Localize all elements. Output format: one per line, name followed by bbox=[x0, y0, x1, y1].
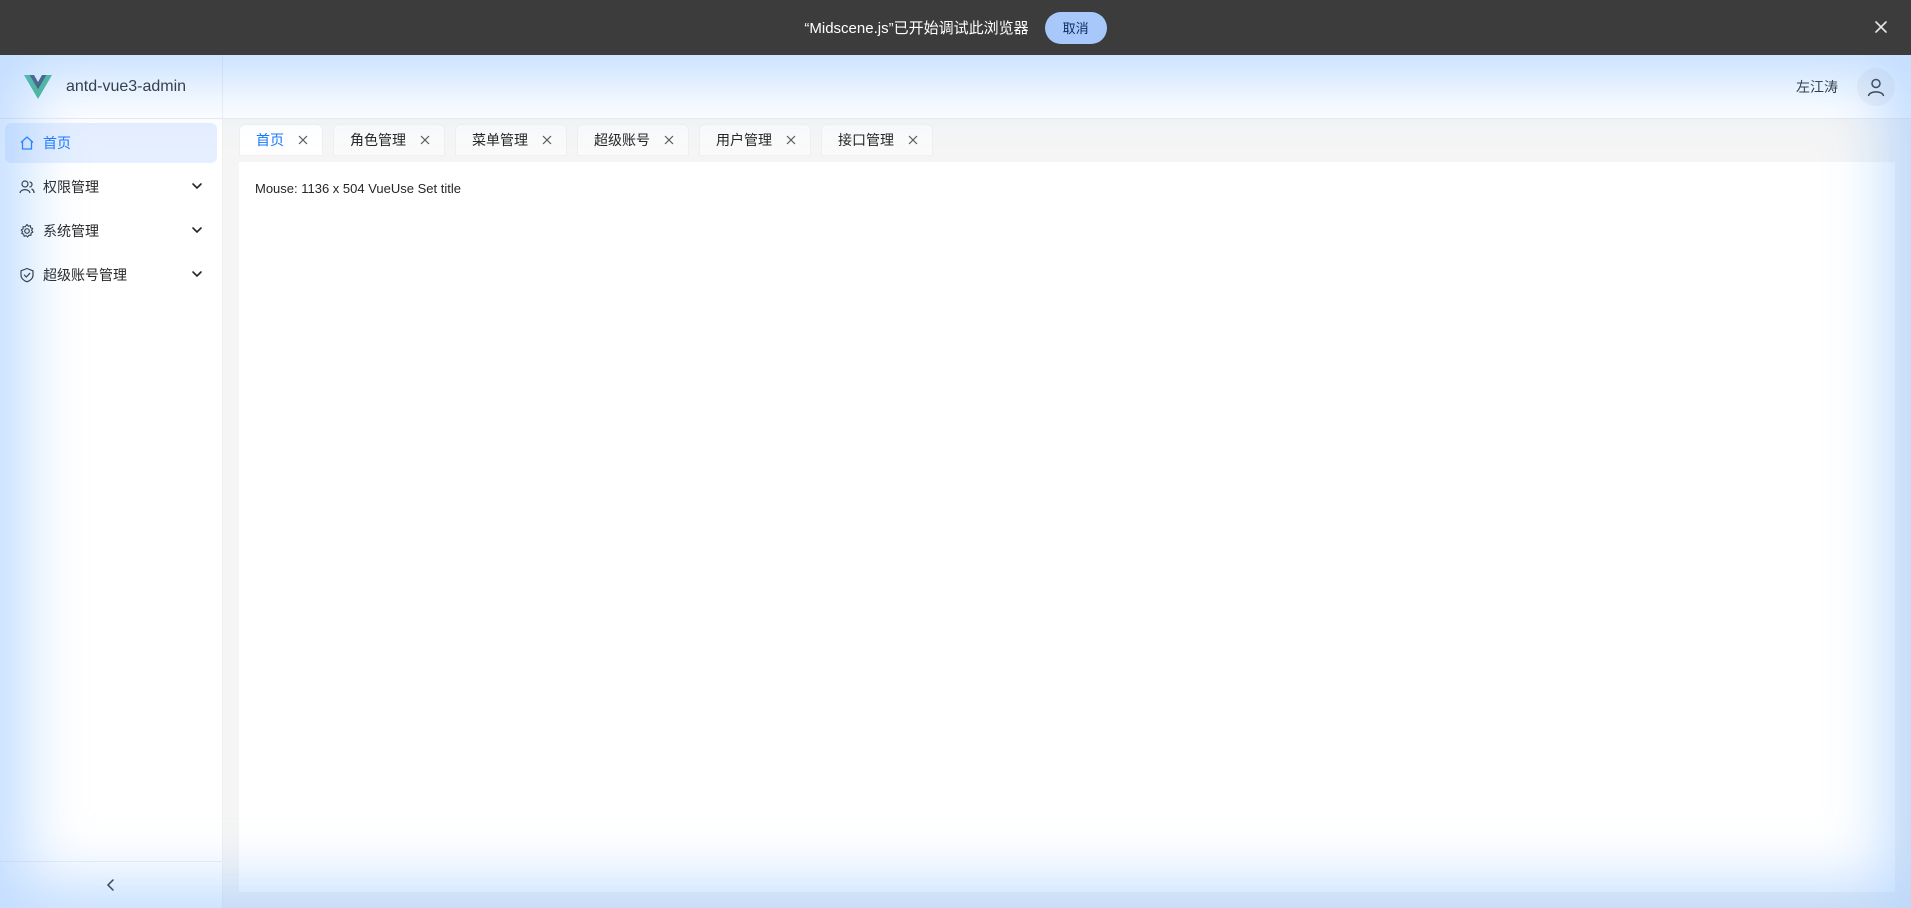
page-tabs: 首页 角色管理 菜单管理 超级账号 用户管理 接口管理 bbox=[239, 124, 943, 156]
tab-label: 用户管理 bbox=[716, 132, 772, 148]
close-icon[interactable] bbox=[908, 135, 918, 145]
sidebar-item-label: 权限管理 bbox=[43, 179, 99, 195]
user-icon bbox=[1867, 78, 1885, 97]
tab-super-account[interactable]: 超级账号 bbox=[577, 124, 689, 156]
sidebar-item-label: 超级账号管理 bbox=[43, 267, 127, 283]
tab-menu-management[interactable]: 菜单管理 bbox=[455, 124, 567, 156]
sidebar: 首页 权限管理 系统管理 超级账号管理 bbox=[0, 119, 223, 908]
tab-user-management[interactable]: 用户管理 bbox=[699, 124, 811, 156]
sidebar-item-home[interactable]: 首页 bbox=[5, 123, 217, 163]
users-icon bbox=[19, 180, 35, 194]
sidebar-collapse-button[interactable] bbox=[0, 861, 222, 908]
close-icon[interactable] bbox=[786, 135, 796, 145]
chevron-down-icon bbox=[192, 183, 202, 190]
user-name[interactable]: 左江涛 bbox=[1796, 77, 1838, 97]
close-icon[interactable] bbox=[664, 135, 674, 145]
tab-home[interactable]: 首页 bbox=[239, 124, 323, 156]
home-icon bbox=[20, 136, 34, 150]
chevron-down-icon bbox=[192, 227, 202, 234]
cancel-debug-button[interactable]: 取消 bbox=[1044, 11, 1107, 44]
logo-area[interactable]: antd-vue3-admin bbox=[0, 55, 223, 119]
close-icon[interactable] bbox=[1869, 15, 1893, 39]
tab-api-management[interactable]: 接口管理 bbox=[821, 124, 933, 156]
sidebar-item-label: 首页 bbox=[43, 135, 71, 151]
chevron-down-icon bbox=[192, 271, 202, 278]
close-icon[interactable] bbox=[298, 135, 308, 145]
sidebar-item-super-account[interactable]: 超级账号管理 bbox=[5, 255, 217, 295]
avatar[interactable] bbox=[1857, 68, 1895, 106]
app-title: antd-vue3-admin bbox=[66, 78, 187, 95]
tab-label: 菜单管理 bbox=[472, 132, 528, 148]
tab-label: 接口管理 bbox=[838, 132, 894, 148]
chevron-left-icon bbox=[106, 879, 114, 891]
tab-role-management[interactable]: 角色管理 bbox=[333, 124, 445, 156]
banner-text: “Midscene.js”已开始调试此浏览器 bbox=[804, 20, 1029, 37]
close-icon[interactable] bbox=[542, 135, 552, 145]
gear-icon bbox=[20, 223, 34, 238]
tab-label: 角色管理 bbox=[350, 132, 406, 148]
close-icon[interactable] bbox=[420, 135, 430, 145]
sidebar-item-system[interactable]: 系统管理 bbox=[5, 211, 217, 251]
sidebar-item-permissions[interactable]: 权限管理 bbox=[5, 167, 217, 207]
debug-banner: “Midscene.js”已开始调试此浏览器 取消 bbox=[0, 0, 1911, 55]
tab-label: 首页 bbox=[256, 132, 284, 148]
app-header: antd-vue3-admin 左江涛 bbox=[0, 55, 1911, 119]
vue-logo-icon bbox=[24, 75, 52, 99]
mouse-readout: Mouse: 1136 x 504 VueUse Set title bbox=[255, 181, 461, 196]
page-content: Mouse: 1136 x 504 VueUse Set title bbox=[239, 162, 1895, 892]
sidebar-item-label: 系统管理 bbox=[43, 223, 99, 239]
shield-icon bbox=[20, 267, 34, 283]
tab-label: 超级账号 bbox=[594, 132, 650, 148]
